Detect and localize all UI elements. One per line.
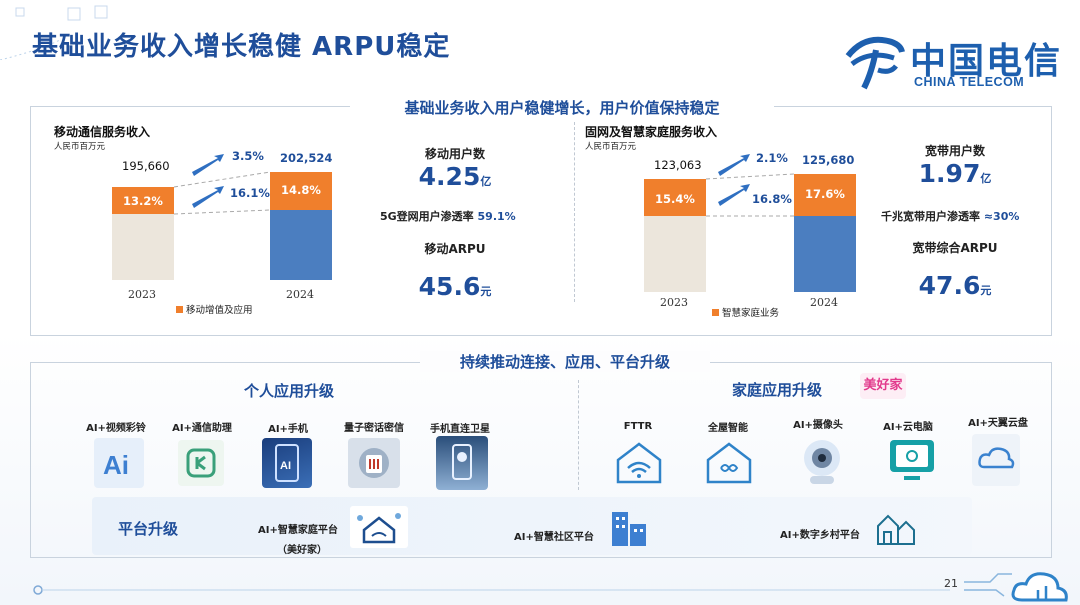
app-label-ai-phone: AI+手机 bbox=[268, 424, 308, 435]
mobile-bar-2024-base bbox=[270, 210, 332, 280]
china-telecom-logo-icon bbox=[845, 36, 905, 90]
app-label-whole-home: 全屋智能 bbox=[708, 423, 748, 434]
fixed-year-2023: 2023 bbox=[660, 296, 688, 309]
ai-camera-icon bbox=[804, 440, 840, 484]
meihaojia-badge: 美好家 bbox=[860, 373, 906, 399]
fixed-revenue-title: 固网及智慧家庭服务收入 bbox=[585, 125, 718, 139]
slide-title: 基础业务收入增长稳健 ARPU稳定 bbox=[32, 32, 451, 62]
growth-arrow-icon bbox=[718, 154, 750, 176]
broadband-arpu-label: 宽带综合ARPU bbox=[912, 241, 998, 255]
panel-divider bbox=[574, 122, 576, 302]
fixed-year-2024: 2024 bbox=[810, 296, 838, 309]
smart-home-icon bbox=[706, 442, 752, 484]
home-upgrade-title: 家庭应用升级 bbox=[732, 381, 823, 399]
broadband-arpu-value: 47.6元 bbox=[918, 271, 992, 300]
video-ringtone-icon: Ai bbox=[94, 438, 144, 488]
app-label-ai-camera: AI+摄像头 bbox=[793, 420, 843, 431]
fixed-growth-total: 2.1% bbox=[756, 151, 788, 165]
satellite-phone-icon bbox=[436, 436, 488, 490]
fixed-unit: 人民币百万元 bbox=[585, 142, 637, 152]
platform-sub-note: （美好家） bbox=[277, 545, 327, 556]
footer-line bbox=[33, 585, 950, 595]
app-label-video-ringtone: AI+视频彩铃 bbox=[86, 423, 146, 434]
app-label-satellite: 手机直连卫星 bbox=[430, 424, 490, 435]
fixed-bar-2023-base bbox=[644, 216, 706, 292]
smart-community-icon bbox=[612, 512, 646, 546]
growth-arrow-icon bbox=[718, 184, 750, 206]
ai-phone-icon: AI bbox=[262, 438, 312, 488]
app-label-comm-assistant: AI+通信助理 bbox=[172, 423, 232, 434]
fixed-bar-2024-base bbox=[794, 216, 856, 292]
mobile-unit: 人民币百万元 bbox=[54, 142, 106, 152]
fttr-wifi-home-icon bbox=[616, 442, 662, 484]
quantum-encryption-icon bbox=[348, 438, 400, 488]
mobile-bar-2023-base bbox=[112, 214, 174, 280]
mobile-share-2024: 14.8% bbox=[281, 183, 321, 197]
bottom-banner: 持续推动连接、应用、平台升级 bbox=[420, 351, 710, 372]
cloud-drive-icon bbox=[972, 434, 1020, 486]
app-label-cloud-pc: AI+云电脑 bbox=[883, 422, 933, 433]
mobile-revenue-title: 移动通信服务收入 bbox=[54, 125, 151, 139]
fixed-legend: 智慧家庭业务 bbox=[722, 308, 780, 319]
mobile-year-2024: 2024 bbox=[286, 288, 314, 301]
fixed-total-2023: 123,063 bbox=[654, 158, 702, 172]
platform-label-rural: AI+数字乡村平台 bbox=[780, 530, 860, 541]
comm-assistant-icon bbox=[178, 440, 224, 486]
mobile-growth-total: 3.5% bbox=[232, 149, 264, 163]
svg-text:AI: AI bbox=[280, 460, 291, 472]
growth-arrow-icon bbox=[192, 154, 224, 176]
platform-label-smart-home: AI+智慧家庭平台 bbox=[258, 525, 338, 536]
mobile-year-2023: 2023 bbox=[128, 288, 156, 301]
mobile-arpu-value: 45.6元 bbox=[418, 272, 492, 301]
mobile-users-value: 4.25亿 bbox=[418, 162, 492, 191]
mobile-total-2023: 195,660 bbox=[122, 159, 170, 173]
legend-swatch bbox=[712, 309, 719, 316]
mobile-total-2024: 202,524 bbox=[280, 151, 333, 165]
mobile-share-2023: 13.2% bbox=[123, 194, 163, 208]
page-number: 21 bbox=[944, 577, 958, 590]
top-banner: 基础业务收入用户稳健增长，用户价值保持稳定 bbox=[350, 97, 774, 118]
mobile-arpu-label: 移动ARPU bbox=[424, 242, 486, 256]
cloud-pc-icon bbox=[890, 440, 934, 480]
broadband-users-label: 宽带用户数 bbox=[924, 144, 985, 158]
upgrade-divider bbox=[578, 380, 580, 490]
smart-home-platform-icon bbox=[350, 506, 408, 548]
mobile-legend: 移动增值及应用 bbox=[186, 305, 253, 316]
app-label-quantum-call: 量子密话密信 bbox=[344, 423, 404, 434]
personal-upgrade-title: 个人应用升级 bbox=[244, 382, 335, 400]
app-label-fttr: FTTR bbox=[623, 421, 653, 432]
fixed-share-2024: 17.6% bbox=[805, 187, 845, 201]
logo-english-text: CHINA TELECOM bbox=[914, 75, 1025, 89]
fixed-growth-segment: 16.8% bbox=[752, 192, 792, 206]
digital-village-icon bbox=[877, 514, 915, 545]
app-label-cloud-drive: AI+天翼云盘 bbox=[968, 418, 1028, 429]
growth-arrow-icon bbox=[192, 186, 224, 208]
fixed-total-2024: 125,680 bbox=[802, 153, 855, 167]
platform-label-community: AI+智慧社区平台 bbox=[514, 532, 594, 543]
mobile-5g-penetration: 5G登网用户渗透率 59.1% bbox=[380, 210, 516, 223]
cloud-circuit-icon bbox=[964, 572, 1068, 602]
mobile-users-label: 移动用户数 bbox=[424, 147, 485, 161]
fixed-share-2023: 15.4% bbox=[655, 192, 695, 206]
platform-upgrade-title: 平台升级 bbox=[118, 520, 179, 538]
mobile-growth-segment: 16.1% bbox=[230, 186, 270, 200]
legend-swatch bbox=[176, 306, 183, 313]
broadband-users-value: 1.97亿 bbox=[918, 159, 992, 188]
gigabit-penetration: 千兆宽带用户渗透率 ≈30% bbox=[881, 210, 1020, 223]
svg-text:Ai: Ai bbox=[103, 450, 129, 480]
